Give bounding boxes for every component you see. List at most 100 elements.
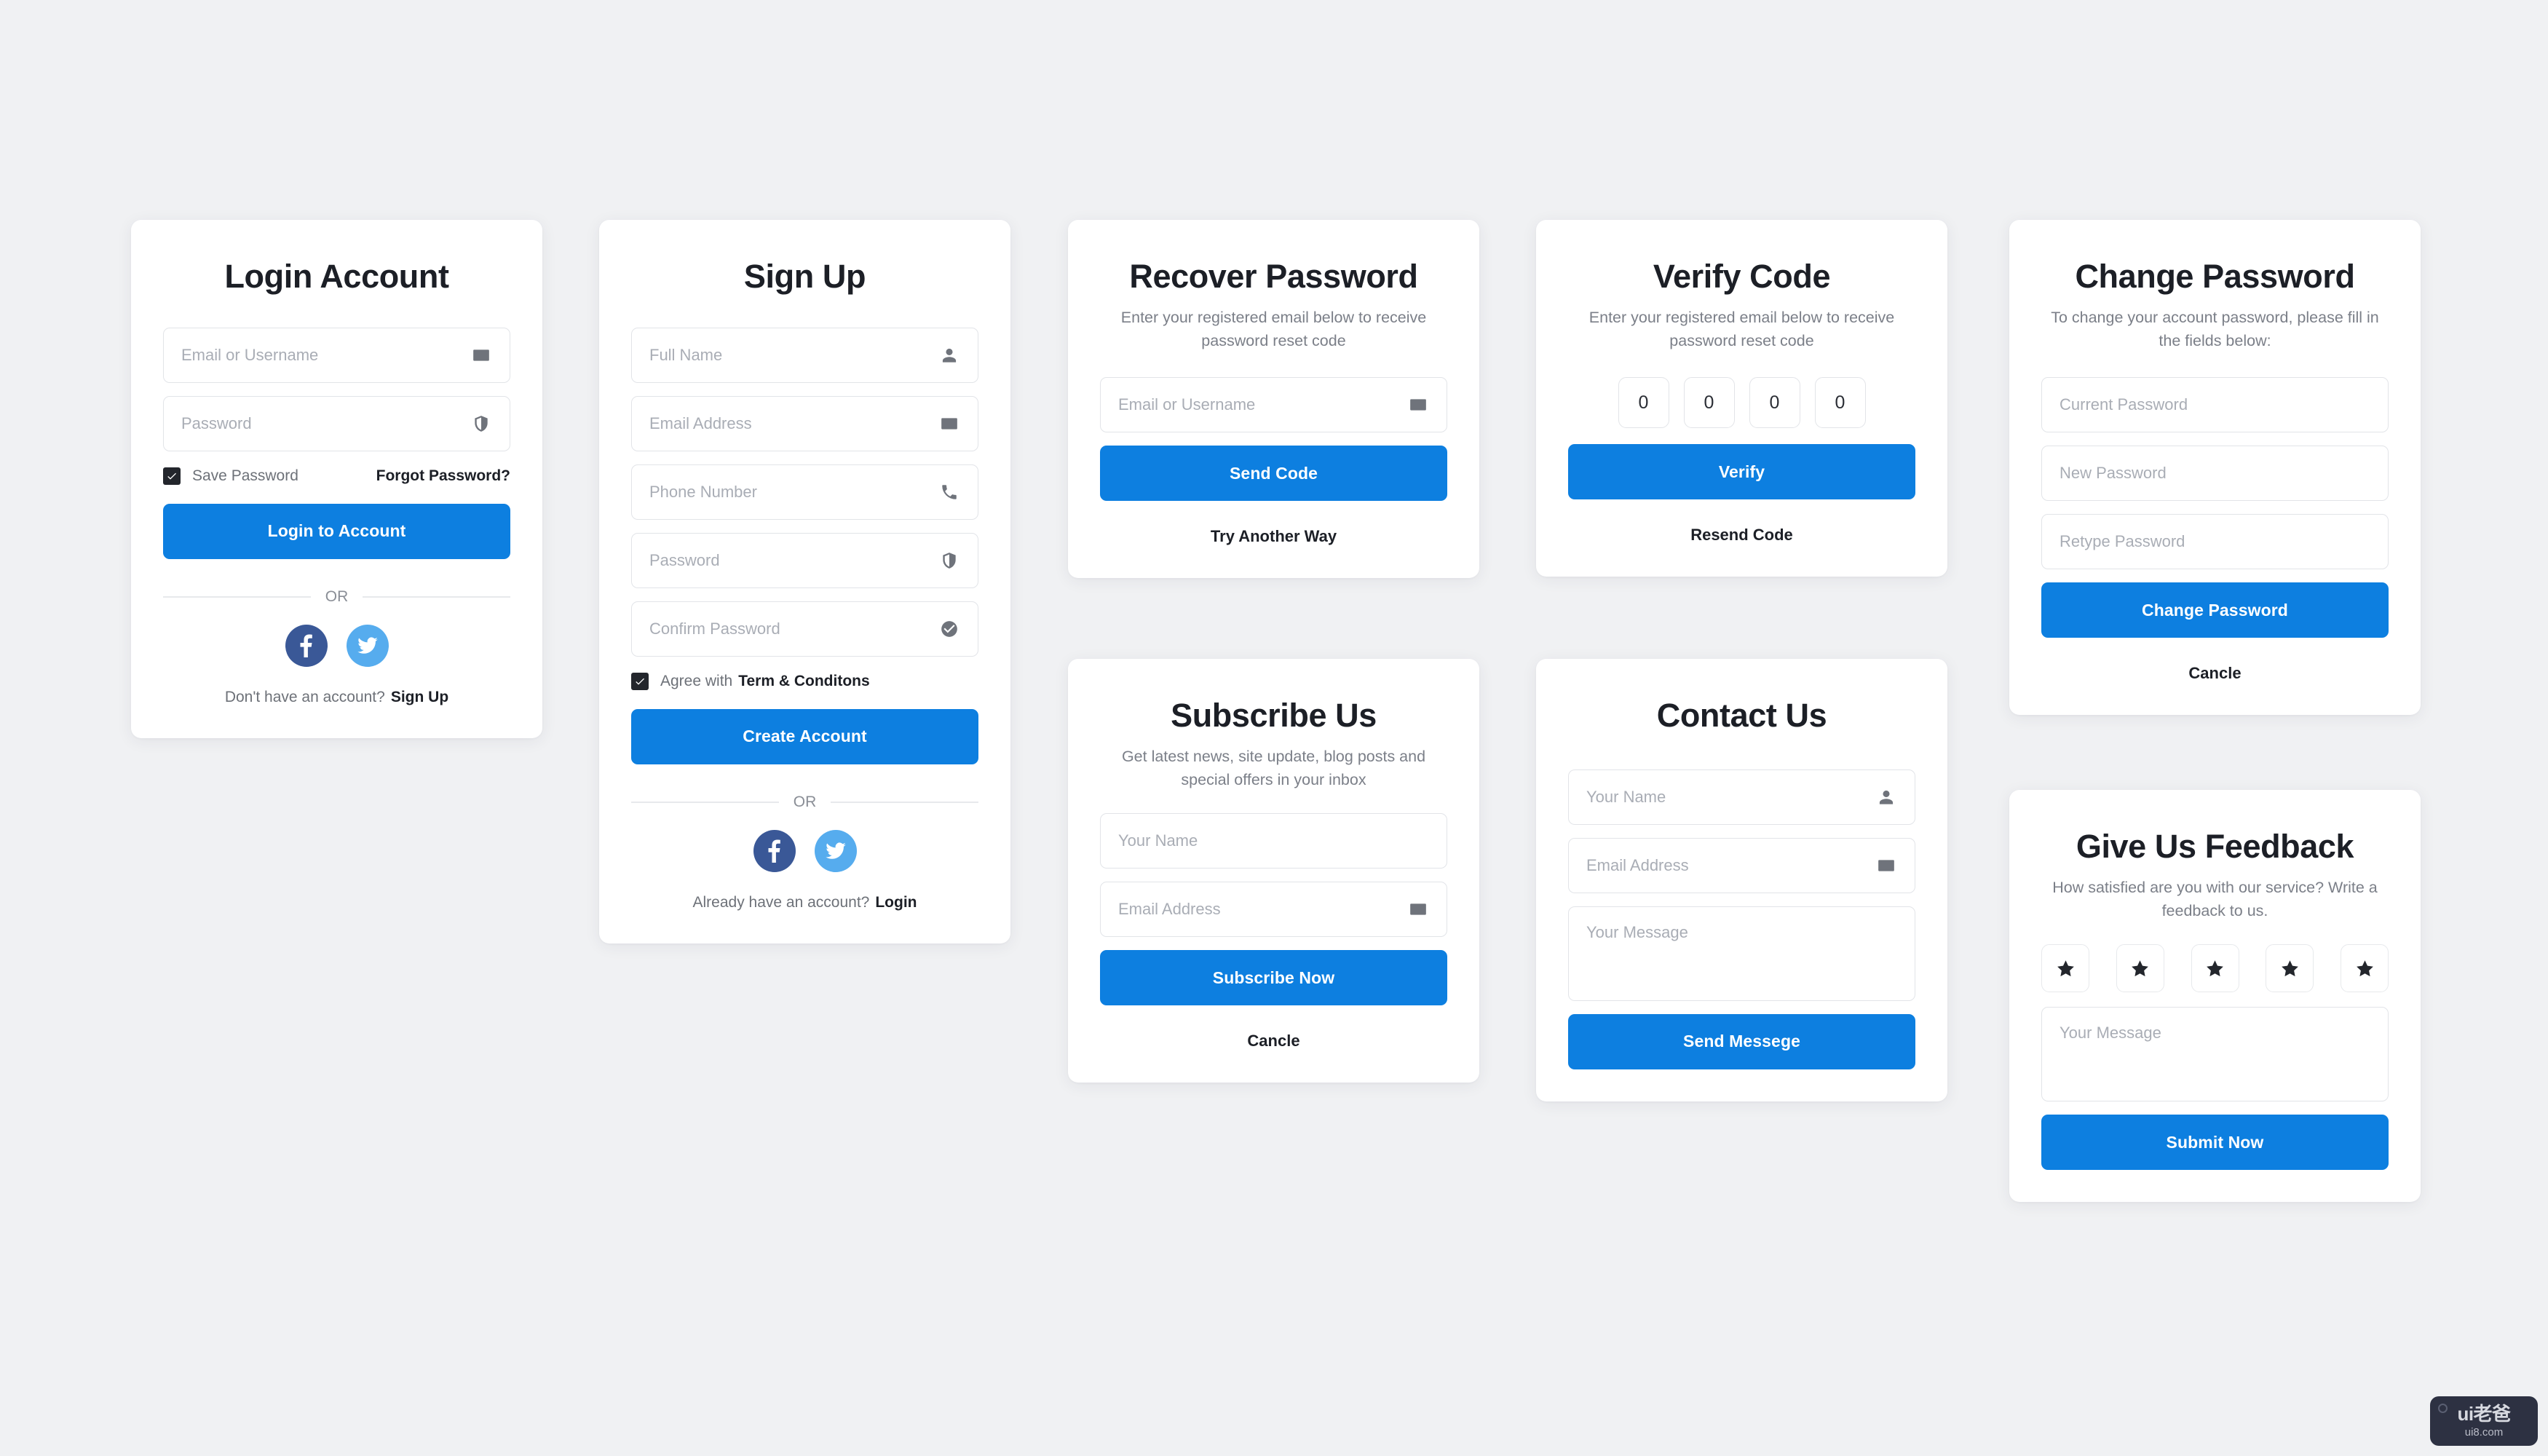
star-icon [2207, 960, 2223, 976]
signup-card: Sign Up Full Name Email Address Phone Nu… [599, 220, 1010, 943]
feedback-message-placeholder: Your Message [2060, 1024, 2161, 1042]
recover-password-card: Recover Password Enter your registered e… [1068, 220, 1479, 579]
signup-password-field[interactable]: Password [631, 532, 978, 588]
send-message-button[interactable]: Send Messege [1568, 1013, 1915, 1069]
new-password-field[interactable]: New Password [2041, 446, 2389, 502]
login-footer-note: Don't have an account? Sign Up [163, 689, 510, 706]
feedback-title: Give Us Feedback [2076, 828, 2354, 865]
envelope-icon [470, 344, 492, 366]
contact-name-field[interactable]: Your Name [1568, 769, 1915, 825]
feedback-subtitle: How satisfied are you with our service? … [2052, 878, 2378, 919]
subscribe-cancel-link[interactable]: Cancle [1100, 1032, 1447, 1051]
person-icon [1875, 786, 1897, 808]
contact-email-field[interactable]: Email Address [1568, 837, 1915, 893]
watermark-dot-icon [2438, 1404, 2448, 1413]
signup-confirm-password-field[interactable]: Confirm Password [631, 601, 978, 657]
signup-password-placeholder: Password [649, 550, 720, 569]
contact-message-placeholder: Your Message [1586, 922, 1688, 941]
contact-message-field[interactable]: Your Message [1568, 906, 1915, 1001]
subscribe-now-button[interactable]: Subscribe Now [1100, 950, 1447, 1006]
signup-fullname-placeholder: Full Name [649, 345, 723, 364]
save-password-label: Save Password [192, 467, 298, 484]
signup-phone-field[interactable]: Phone Number [631, 464, 978, 520]
feedback-message-field[interactable]: Your Message [2041, 1007, 2389, 1102]
code-digit-4[interactable]: 0 [1814, 377, 1866, 429]
change-password-cancel-link[interactable]: Cancle [2041, 664, 2389, 683]
signup-title: Sign Up [743, 258, 866, 295]
save-password-row[interactable]: Save Password [163, 467, 298, 485]
divider-line-right [831, 801, 978, 803]
signup-confirm-placeholder: Confirm Password [649, 619, 780, 638]
code-digit-2[interactable]: 0 [1683, 377, 1735, 429]
login-options-row: Save Password Forgot Password? [163, 467, 510, 485]
login-password-field[interactable]: Password [163, 395, 510, 451]
signup-login-link[interactable]: Login [875, 894, 917, 911]
subscribe-email-placeholder: Email Address [1118, 900, 1221, 919]
signup-terms-row[interactable]: Agree with Term & Conditons [631, 672, 978, 690]
code-digit-1[interactable]: 0 [1618, 377, 1669, 429]
signup-email-placeholder: Email Address [649, 414, 752, 432]
rating-star-1[interactable] [2041, 944, 2089, 993]
or-label: OR [325, 587, 349, 605]
twitter-icon-button[interactable] [346, 624, 389, 667]
forgot-password-link[interactable]: Forgot Password? [376, 467, 510, 485]
signup-social-row [631, 829, 978, 872]
divider-line-left [631, 801, 779, 803]
create-account-button[interactable]: Create Account [631, 708, 978, 764]
facebook-icon-button[interactable] [753, 829, 796, 872]
signup-or-divider: OR [631, 794, 978, 811]
code-digit-3[interactable]: 0 [1749, 377, 1800, 429]
verify-code-card: Verify Code Enter your registered email … [1536, 220, 1947, 577]
signup-fullname-field[interactable]: Full Name [631, 327, 978, 383]
star-icon [2281, 960, 2298, 976]
submit-now-button[interactable]: Submit Now [2041, 1115, 2389, 1171]
divider-line-right [363, 596, 510, 598]
send-code-button[interactable]: Send Code [1100, 446, 1447, 502]
signup-footer-note: Already have an account? Login [631, 894, 978, 911]
rating-star-2[interactable] [2116, 944, 2164, 993]
contact-email-placeholder: Email Address [1586, 855, 1689, 874]
recover-email-field[interactable]: Email or Username [1100, 377, 1447, 433]
shield-icon [938, 550, 960, 571]
agree-terms-checkbox[interactable] [631, 672, 649, 690]
verify-code-inputs: 0 0 0 0 [1568, 377, 1915, 429]
login-footer-text: Don't have an account? [224, 688, 385, 705]
login-password-placeholder: Password [181, 414, 252, 432]
retype-password-field[interactable]: Retype Password [2041, 514, 2389, 570]
verify-title: Verify Code [1653, 258, 1831, 295]
star-icon [2057, 960, 2074, 976]
login-title: Login Account [224, 258, 449, 295]
signup-email-field[interactable]: Email Address [631, 395, 978, 451]
contact-card: Contact Us Your Name Email Address Your … [1536, 659, 1947, 1101]
subscribe-card: Subscribe Us Get latest news, site updat… [1068, 659, 1479, 1083]
twitter-icon-button[interactable] [814, 829, 857, 872]
try-another-way-link[interactable]: Try Another Way [1100, 527, 1447, 546]
verify-subtitle: Enter your registered email below to rec… [1588, 308, 1895, 349]
rating-star-4[interactable] [2266, 944, 2314, 993]
resend-code-link[interactable]: Resend Code [1568, 526, 1915, 545]
terms-conditions-link[interactable]: Term & Conditons [738, 673, 869, 690]
rating-star-3[interactable] [2191, 944, 2239, 993]
rating-star-5[interactable] [2341, 944, 2389, 993]
facebook-icon-button[interactable] [285, 624, 328, 667]
shield-icon [470, 413, 492, 435]
subscribe-subtitle: Get latest news, site update, blog posts… [1121, 747, 1426, 788]
retype-password-placeholder: Retype Password [2060, 532, 2185, 551]
change-password-button[interactable]: Change Password [2041, 582, 2389, 638]
login-signup-link[interactable]: Sign Up [391, 689, 448, 705]
or-label: OR [793, 793, 817, 810]
watermark-main-text: ui老爸 [2457, 1403, 2511, 1425]
page-canvas: Login Account Email or Username Password… [0, 0, 2548, 1456]
login-submit-button[interactable]: Login to Account [163, 503, 510, 559]
current-password-field[interactable]: Current Password [2041, 377, 2389, 433]
save-password-checkbox[interactable] [163, 467, 181, 485]
change-password-subtitle: To change your account password, please … [2051, 308, 2379, 349]
subscribe-name-placeholder: Your Name [1118, 831, 1198, 850]
login-email-field[interactable]: Email or Username [163, 327, 510, 383]
envelope-icon [1407, 394, 1429, 416]
subscribe-email-field[interactable]: Email Address [1100, 882, 1447, 938]
contact-name-placeholder: Your Name [1586, 787, 1666, 806]
login-social-row [163, 624, 510, 667]
verify-button[interactable]: Verify [1568, 444, 1915, 500]
subscribe-name-field[interactable]: Your Name [1100, 813, 1447, 869]
